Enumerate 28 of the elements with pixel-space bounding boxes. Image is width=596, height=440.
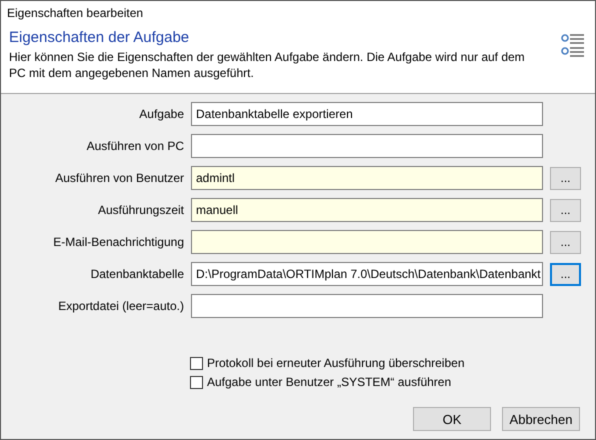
checkbox-label: Protokoll bei erneuter Ausführung überschreiben [207,356,464,370]
browse-button[interactable]: ... [550,262,581,286]
field-label: Ausführen von PC [86,139,184,153]
dialog-heading: Eigenschaften der Aufgabe [9,29,190,46]
field-label: Aufgabe [138,107,184,121]
field-label: E-Mail-Benachrichtigung [52,235,184,249]
list-icon [561,33,585,59]
input-field[interactable] [191,294,543,318]
input-field[interactable] [191,230,543,254]
cancel-button[interactable]: Abbrechen [502,407,580,431]
checkbox[interactable] [190,356,203,370]
input-field[interactable]: D:\ProgramData\ORTIMplan 7.0\Deutsch\Datenbank\Datenbankt [191,262,543,286]
field-label: Datenbanktabelle [90,267,184,281]
input-field[interactable]: Datenbanktabelle exportieren [191,102,543,126]
checkbox-label: Aufgabe unter Benutzer „SYSTEM“ ausführen [207,375,452,389]
browse-button[interactable]: ... [550,230,581,254]
browse-button[interactable]: ... [550,166,581,190]
browse-button[interactable]: ... [550,198,581,222]
field-label: Ausführen von Benutzer [54,171,184,185]
input-field[interactable] [191,134,543,158]
checkbox[interactable] [190,376,203,388]
ok-button[interactable]: OK [413,407,491,431]
field-label: Exportdatei (leer=auto.) [57,299,184,313]
window-title: Eigenschaften bearbeiten [7,6,144,20]
field-label: Ausführungszeit [96,203,184,217]
input-field[interactable]: manuell [191,198,543,222]
dialog-description: Hier können Sie die Eigenschaften der gewählten Aufgabe ändern. Die Aufgabe wird nur auf dem PC mit dem angegebenen Namen ausgeführt. [9,49,526,81]
input-field[interactable]: admintl [191,166,543,190]
